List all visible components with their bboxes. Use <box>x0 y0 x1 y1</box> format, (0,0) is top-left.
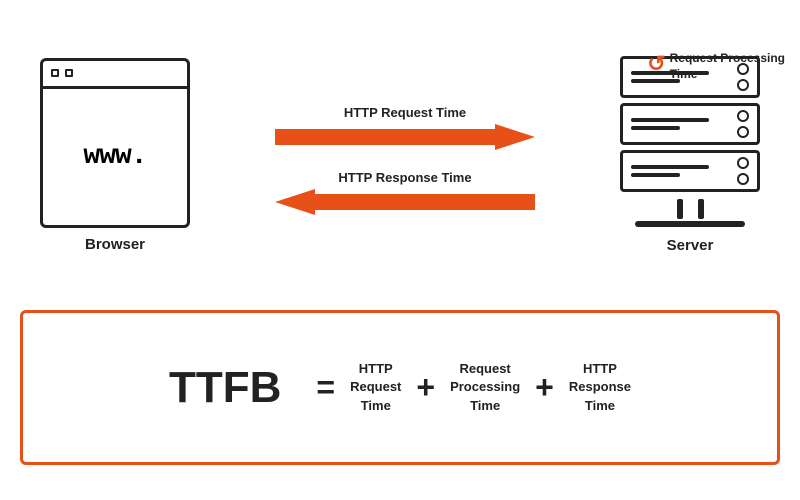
arrows-container: HTTP Request Time HTTP Response Time <box>190 105 620 215</box>
server-line <box>631 118 709 122</box>
browser-label: Browser <box>85 236 145 253</box>
http-request-label: HTTP Request Time <box>344 105 466 120</box>
refresh-icon: ↺ <box>647 51 665 77</box>
server-circle <box>737 173 749 185</box>
www-text: www. <box>83 141 146 172</box>
server-leg-right <box>698 199 704 219</box>
browser-dot-2 <box>65 69 73 77</box>
server-circles-2 <box>737 110 749 138</box>
request-arrow <box>200 124 610 150</box>
term-http-response: HTTP Response Time <box>569 360 631 415</box>
formula-section: TTFB = HTTP Request Time + Request Proce… <box>20 310 780 465</box>
ttfb-label: TTFB <box>169 363 281 413</box>
browser-window: www. <box>40 58 190 228</box>
equals-sign: = <box>316 369 335 406</box>
server-line <box>631 173 680 177</box>
server-unit-3 <box>620 150 760 192</box>
server-unit-2 <box>620 103 760 145</box>
server-circles-3 <box>737 157 749 185</box>
response-arrow <box>200 189 610 215</box>
server-lines-2 <box>631 118 729 130</box>
term-request-processing: Request Processing Time <box>450 360 520 415</box>
server-illustration: ↺ Request ProcessingTime <box>620 56 760 254</box>
server-legs <box>677 199 704 219</box>
plus-sign-2: + <box>535 369 554 406</box>
browser-body: www. <box>43 89 187 225</box>
request-processing-label: Request ProcessingTime <box>670 51 785 82</box>
server-line <box>631 165 709 169</box>
server-lines-3 <box>631 165 729 177</box>
request-arrow-row: HTTP Request Time <box>200 105 610 150</box>
browser-titlebar <box>43 61 187 89</box>
server-leg-left <box>677 199 683 219</box>
plus-sign-1: + <box>416 369 435 406</box>
server-circle <box>737 157 749 169</box>
server-label: Server <box>667 237 714 254</box>
server-circle <box>737 126 749 138</box>
browser-dot-1 <box>51 69 59 77</box>
server-line <box>631 126 680 130</box>
server-base <box>635 221 745 227</box>
response-arrow-row: HTTP Response Time <box>200 170 610 215</box>
server-circle <box>737 110 749 122</box>
http-response-label: HTTP Response Time <box>338 170 471 185</box>
processing-time-badge: ↺ Request ProcessingTime <box>647 51 785 82</box>
term-http-request: HTTP Request Time <box>350 360 401 415</box>
browser-illustration: www. Browser <box>40 58 190 253</box>
